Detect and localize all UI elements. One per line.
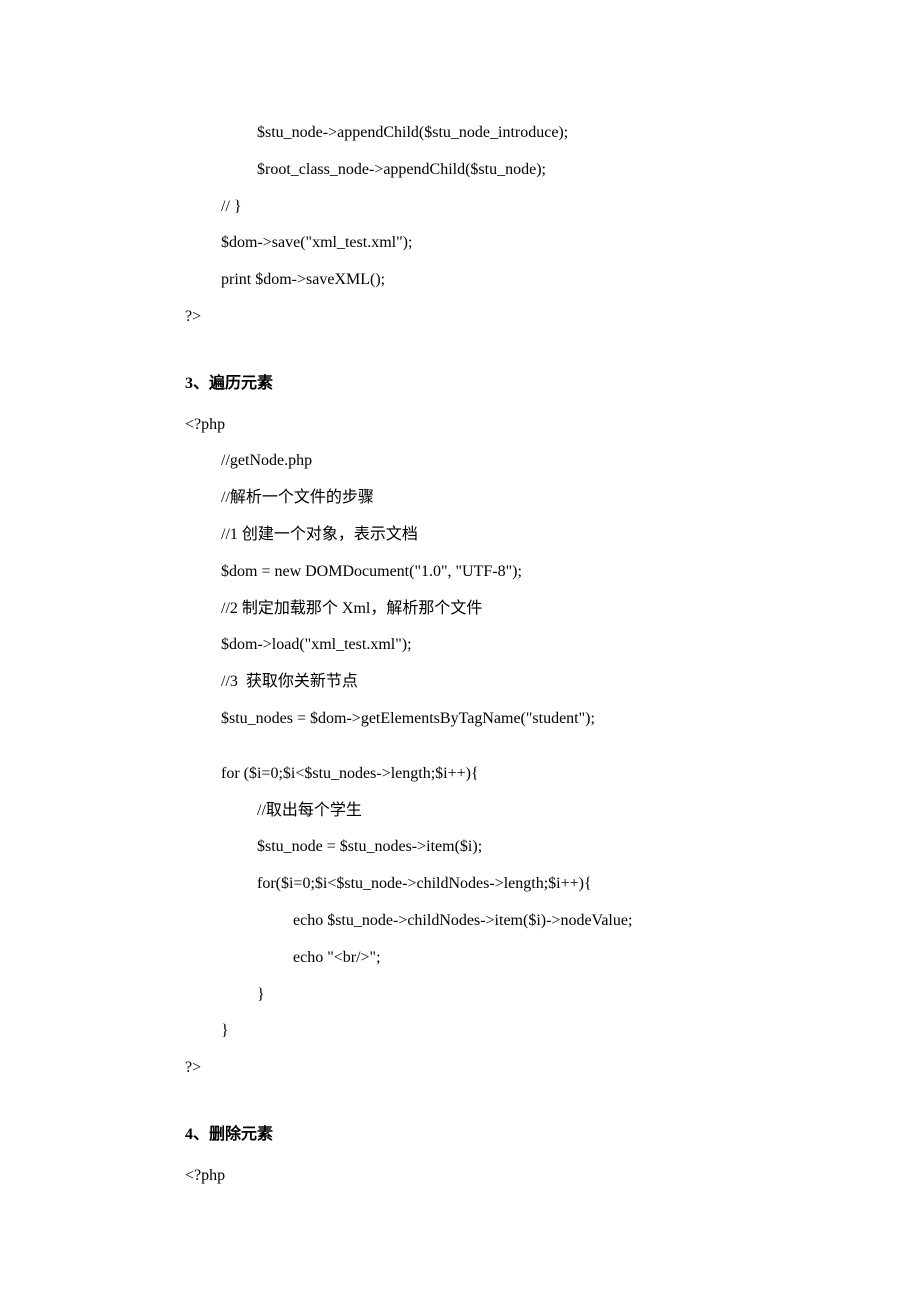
section-heading-delete: 4、删除元素 (185, 1117, 810, 1154)
code-line: for ($i=0;$i<$stu_nodes->length;$i++){ (185, 756, 810, 793)
code-line: //取出每个学生 (185, 793, 810, 830)
code-line: $root_class_node->appendChild($stu_node)… (185, 152, 810, 189)
code-line: ?> (185, 1050, 810, 1087)
code-line: $stu_node->appendChild($stu_node_introdu… (185, 115, 810, 152)
code-line: // } (185, 189, 810, 226)
code-line: } (185, 977, 810, 1014)
code-line: //1 创建一个对象，表示文档 (185, 517, 810, 554)
code-line: $stu_nodes = $dom->getElementsByTagName(… (185, 701, 810, 738)
code-line: $dom->save("xml_test.xml"); (185, 225, 810, 262)
code-line: $dom->load("xml_test.xml"); (185, 627, 810, 664)
code-line: //2 制定加载那个 Xml，解析那个文件 (185, 591, 810, 628)
blank-line (185, 738, 810, 756)
code-line: //3 获取你关新节点 (185, 664, 810, 701)
code-line: echo $stu_node->childNodes->item($i)->no… (185, 903, 810, 940)
code-line: ?> (185, 299, 810, 336)
document-page: $stu_node->appendChild($stu_node_introdu… (0, 0, 920, 1285)
code-line: print $dom->saveXML(); (185, 262, 810, 299)
code-line: <?php (185, 1158, 810, 1195)
code-line: <?php (185, 407, 810, 444)
code-line: for($i=0;$i<$stu_node->childNodes->lengt… (185, 866, 810, 903)
code-line: //解析一个文件的步骤 (185, 480, 810, 517)
code-line: //getNode.php (185, 443, 810, 480)
code-line: $dom = new DOMDocument("1.0", "UTF-8"); (185, 554, 810, 591)
code-line: $stu_node = $stu_nodes->item($i); (185, 829, 810, 866)
code-line: echo "<br/>"; (185, 940, 810, 977)
code-line: } (185, 1013, 810, 1050)
section-heading-traverse: 3、遍历元素 (185, 366, 810, 403)
